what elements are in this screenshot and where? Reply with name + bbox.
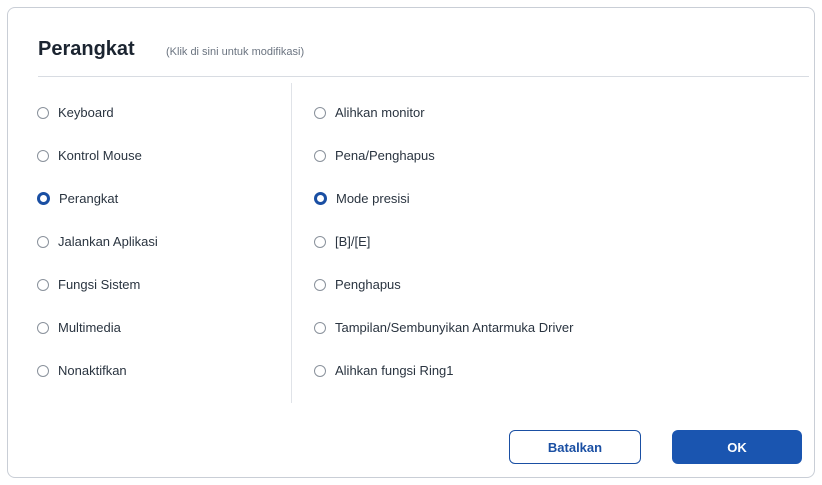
cancel-button[interactable]: Batalkan (509, 430, 641, 464)
option-label: [B]/[E] (335, 234, 371, 249)
dialog-title[interactable]: Perangkat (38, 38, 135, 61)
option-alihkan-fungsi-ring1[interactable]: Alihkan fungsi Ring1 (314, 363, 454, 378)
option-label: Penghapus (335, 277, 401, 292)
option-label: Jalankan Aplikasi (58, 234, 158, 249)
option-label: Pena/Penghapus (335, 148, 435, 163)
radio-icon[interactable] (314, 106, 326, 119)
radio-selected-icon[interactable] (37, 192, 50, 205)
option-jalankan-aplikasi[interactable]: Jalankan Aplikasi (37, 234, 158, 249)
function-dialog: Perangkat (Klik di sini untuk modifikasi… (7, 7, 815, 478)
option-keyboard[interactable]: Keyboard (37, 105, 114, 120)
header-divider (38, 76, 809, 77)
option-label: Tampilan/Sembunyikan Antarmuka Driver (335, 320, 574, 335)
modify-hint[interactable]: (Klik di sini untuk modifikasi) (166, 46, 304, 58)
option-fungsi-sistem[interactable]: Fungsi Sistem (37, 277, 140, 292)
radio-icon[interactable] (314, 149, 326, 162)
option-label: Keyboard (58, 105, 114, 120)
column-divider (291, 83, 292, 403)
option-b-e[interactable]: [B]/[E] (314, 234, 370, 249)
option-label: Perangkat (59, 191, 119, 206)
radio-icon[interactable] (314, 278, 326, 291)
ok-button[interactable]: OK (672, 430, 802, 464)
radio-selected-icon[interactable] (314, 192, 327, 205)
option-kontrol-mouse[interactable]: Kontrol Mouse (37, 148, 142, 163)
radio-icon[interactable] (37, 321, 49, 334)
radio-icon[interactable] (37, 364, 49, 377)
option-perangkat[interactable]: Perangkat (37, 191, 118, 206)
option-alihkan-monitor[interactable]: Alihkan monitor (314, 105, 425, 120)
option-tampilan-sembunyikan[interactable]: Tampilan/Sembunyikan Antarmuka Driver (314, 320, 573, 335)
option-label: Multimedia (58, 320, 121, 335)
radio-icon[interactable] (314, 235, 326, 248)
option-label: Mode presisi (336, 191, 410, 206)
option-label: Alihkan fungsi Ring1 (335, 363, 454, 378)
radio-icon[interactable] (37, 235, 49, 248)
radio-icon[interactable] (37, 149, 49, 162)
option-label: Fungsi Sistem (58, 277, 141, 292)
radio-icon[interactable] (314, 321, 326, 334)
option-pena-penghapus[interactable]: Pena/Penghapus (314, 148, 435, 163)
option-mode-presisi[interactable]: Mode presisi (314, 191, 410, 206)
option-nonaktifkan[interactable]: Nonaktifkan (37, 363, 127, 378)
radio-icon[interactable] (37, 278, 49, 291)
radio-icon[interactable] (37, 106, 49, 119)
radio-icon[interactable] (314, 364, 326, 377)
option-penghapus[interactable]: Penghapus (314, 277, 401, 292)
option-label: Nonaktifkan (58, 363, 127, 378)
option-multimedia[interactable]: Multimedia (37, 320, 121, 335)
option-label: Alihkan monitor (335, 105, 425, 120)
option-label: Kontrol Mouse (58, 148, 142, 163)
